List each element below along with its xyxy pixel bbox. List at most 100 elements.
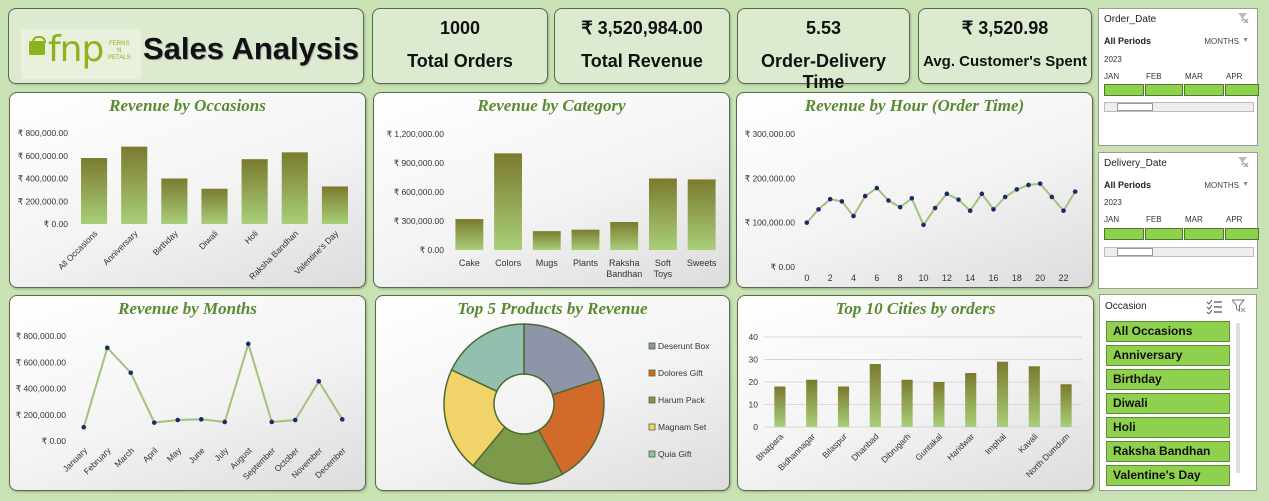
x-tick-label: April: [141, 445, 160, 464]
data-point: [269, 419, 275, 425]
data-point: [839, 199, 845, 204]
legend-swatch: [648, 450, 656, 458]
x-tick-label: 10: [918, 273, 928, 283]
scroll-thumb[interactable]: [1117, 103, 1153, 111]
slicer-header: Occasion: [1105, 301, 1147, 312]
x-tick-label: Haridwar: [945, 431, 976, 462]
x-tick-label: Bilaspur: [820, 431, 849, 460]
x-tick-label: Sweets: [687, 258, 717, 268]
occasion-item[interactable]: Raksha Bandhan: [1106, 441, 1230, 462]
chart-title: Top 5 Products by Revenue: [457, 299, 648, 318]
data-point: [827, 196, 833, 202]
x-tick-label: 14: [965, 273, 975, 283]
data-point: [128, 370, 134, 376]
x-tick-label: Mugs: [536, 258, 559, 268]
timeline-bar-feb[interactable]: [1145, 228, 1183, 240]
series-line: [82, 340, 344, 428]
slicer-header: Order_Date: [1104, 14, 1157, 25]
data-point: [816, 207, 821, 212]
series-line: [806, 182, 1077, 227]
time-unit-dropdown[interactable]: MONTHS: [1204, 181, 1239, 190]
occasion-item[interactable]: All Occasions: [1106, 321, 1230, 342]
legend-label: Dolores Gift: [658, 368, 704, 378]
y-tick-label: ₹ 200,000.00: [16, 410, 67, 420]
x-tick-label: Raksha Bandhan: [606, 258, 642, 279]
data-point: [886, 198, 891, 203]
y-tick-label: ₹ 600,000.00: [16, 357, 67, 367]
timeline-bar-feb[interactable]: [1145, 84, 1183, 96]
y-tick-label: ₹ 900,000.00: [394, 158, 445, 168]
bar: [996, 361, 1009, 427]
timeline-scrollbar[interactable]: [1104, 102, 1254, 112]
timeline-bar-jan[interactable]: [1104, 84, 1144, 96]
x-tick-label: Colors: [495, 258, 522, 268]
bar: [161, 178, 188, 224]
order-date-timeline[interactable]: Order_Date All Periods MONTHS ▼ 2023 JAN…: [1098, 8, 1259, 146]
data-point: [339, 417, 345, 422]
timeline-bar-apr[interactable]: [1225, 228, 1259, 240]
chevron-down-icon[interactable]: ▼: [1242, 37, 1249, 44]
occasion-slicer[interactable]: Occasion All Occasions Anniversary Birth…: [1099, 294, 1257, 491]
scroll-thumb[interactable]: [1117, 248, 1153, 256]
x-tick-label: Bhatpara: [754, 431, 786, 463]
x-tick-label: 18: [1012, 273, 1022, 283]
legend-swatch: [648, 423, 656, 431]
x-tick-label: Anniversary: [101, 228, 140, 267]
bar: [494, 153, 523, 250]
timeline-year: 2023: [1104, 198, 1122, 207]
x-tick-label: Diwali: [197, 228, 220, 251]
delivery-date-timeline[interactable]: Delivery_Date All Periods MONTHS ▼ 2023 …: [1098, 152, 1259, 289]
x-tick-label: 2: [828, 273, 833, 283]
clear-filter-icon[interactable]: [1238, 13, 1249, 24]
bar: [610, 221, 639, 250]
chart-panel-occasions: Revenue by Occasions ₹ 0.00 ₹ 200,000.00 ₹…: [9, 92, 366, 288]
slicer-scrollbar[interactable]: [1236, 323, 1240, 473]
x-tick-label: Guntakal: [913, 431, 944, 462]
data-point: [1037, 181, 1043, 186]
occasion-item[interactable]: Valentine's Day: [1106, 465, 1230, 486]
y-tick-label: ₹ 1,200,000.00: [387, 129, 445, 139]
timeline-scrollbar[interactable]: [1104, 247, 1254, 257]
data-point: [862, 193, 868, 199]
slicer-header: Delivery_Date: [1104, 158, 1167, 169]
x-tick-label: July: [212, 445, 230, 463]
data-point: [979, 191, 985, 197]
data-point: [851, 213, 856, 219]
x-tick-label: 8: [898, 273, 903, 283]
bar: [241, 159, 268, 224]
multi-select-icon[interactable]: [1206, 300, 1222, 314]
clear-filter-icon[interactable]: [1232, 299, 1246, 313]
timeline-bar-apr[interactable]: [1225, 84, 1259, 96]
data-point: [1026, 182, 1031, 188]
chart-title: Revenue by Months: [118, 299, 257, 318]
timeline-month: JAN: [1104, 215, 1120, 224]
occasion-item[interactable]: Diwali: [1106, 393, 1230, 414]
time-unit-dropdown[interactable]: MONTHS: [1204, 37, 1239, 46]
x-tick-label: May: [165, 445, 184, 464]
clear-filter-icon[interactable]: [1238, 157, 1249, 168]
legend-label: Deserunt Box: [658, 341, 710, 351]
bar: [806, 379, 818, 427]
occasion-item[interactable]: Holi: [1106, 417, 1230, 438]
bar: [321, 186, 348, 224]
occasion-item[interactable]: Birthday: [1106, 369, 1230, 390]
chart-panel-months: Revenue by Months ₹ 0.00 ₹ 200,000.00 ₹ 40…: [9, 295, 366, 491]
y-tick-label: ₹ 800,000.00: [16, 331, 67, 341]
header-panel: fnp FERNS N PETALS Sales Analysis: [8, 8, 364, 84]
timeline-month: FEB: [1146, 215, 1162, 224]
chevron-down-icon[interactable]: ▼: [1242, 181, 1249, 188]
chart-title: Revenue by Occasions: [109, 96, 266, 115]
y-tick-label: ₹ 600,000.00: [18, 151, 69, 161]
timeline-bar-mar[interactable]: [1184, 228, 1224, 240]
bar: [1028, 366, 1040, 427]
y-tick-label: ₹ 0.00: [42, 436, 67, 446]
data-point: [921, 222, 926, 228]
y-tick-label: ₹ 300,000.00: [394, 216, 445, 226]
y-tick-label: ₹ 600,000.00: [394, 187, 445, 197]
x-tick-label: Dhanbad: [849, 431, 881, 463]
timeline-bar-mar[interactable]: [1184, 84, 1224, 96]
kpi-total-revenue: ₹ 3,520,984.00 Total Revenue: [554, 8, 730, 84]
occasion-item[interactable]: Anniversary: [1106, 345, 1230, 366]
timeline-bar-jan[interactable]: [1104, 228, 1144, 240]
y-tick-label: ₹ 0.00: [44, 219, 69, 229]
